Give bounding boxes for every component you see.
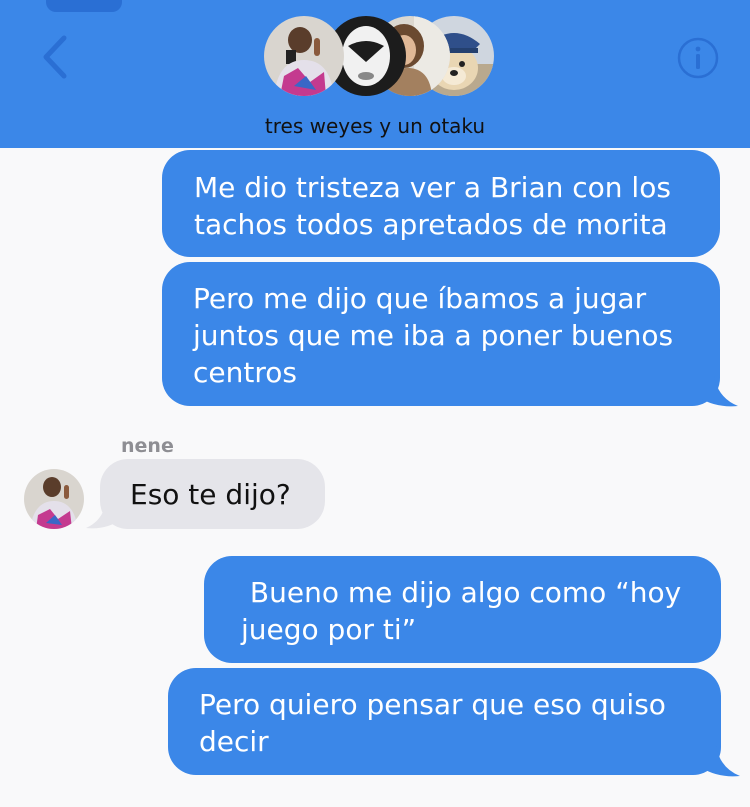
outgoing-message-bubble[interactable]: Me dio tristeza ver a Brian con los tach…: [162, 150, 720, 257]
outgoing-message-bubble[interactable]: Pero quiero pensar que eso quiso decir: [168, 668, 721, 775]
incoming-message-bubble[interactable]: Eso te dijo?: [100, 459, 325, 529]
conversation-header: tres weyes y un otaku: [0, 0, 750, 148]
info-button[interactable]: [676, 36, 720, 80]
sender-name: nene: [121, 435, 174, 457]
participant-avatar-1: [264, 16, 344, 96]
bubble-tail: [700, 376, 738, 407]
top-tab-indicator: [46, 0, 122, 12]
info-circle-icon: [677, 37, 719, 79]
group-avatars[interactable]: [264, 16, 494, 96]
back-button[interactable]: [36, 34, 76, 80]
message-line: centros: [193, 356, 297, 389]
message-line: Pero quiero pensar que eso quiso: [199, 688, 666, 721]
message-line: tachos todos apretados de morita: [194, 208, 668, 241]
outgoing-message-bubble[interactable]: Pero me dijo que íbamos a jugar juntos q…: [162, 262, 720, 406]
bubble-tail: [702, 746, 740, 777]
message-line: Me dio tristeza ver a Brian con los: [194, 171, 671, 204]
message-line: decir: [199, 725, 269, 758]
outgoing-message-bubble[interactable]: Bueno me dijo algo como “hoy juego por t…: [204, 556, 721, 663]
message-line: Pero me dijo que íbamos a jugar: [193, 282, 647, 315]
message-line: juego por ti”: [241, 613, 417, 646]
group-name[interactable]: tres weyes y un otaku: [0, 114, 750, 138]
message-line: juntos que me iba a poner buenos: [193, 319, 674, 352]
message-line: Eso te dijo?: [130, 478, 291, 511]
sender-avatar[interactable]: [24, 469, 84, 529]
message-line: Bueno me dijo algo como “hoy: [241, 576, 682, 609]
chevron-left-icon: [43, 35, 67, 79]
